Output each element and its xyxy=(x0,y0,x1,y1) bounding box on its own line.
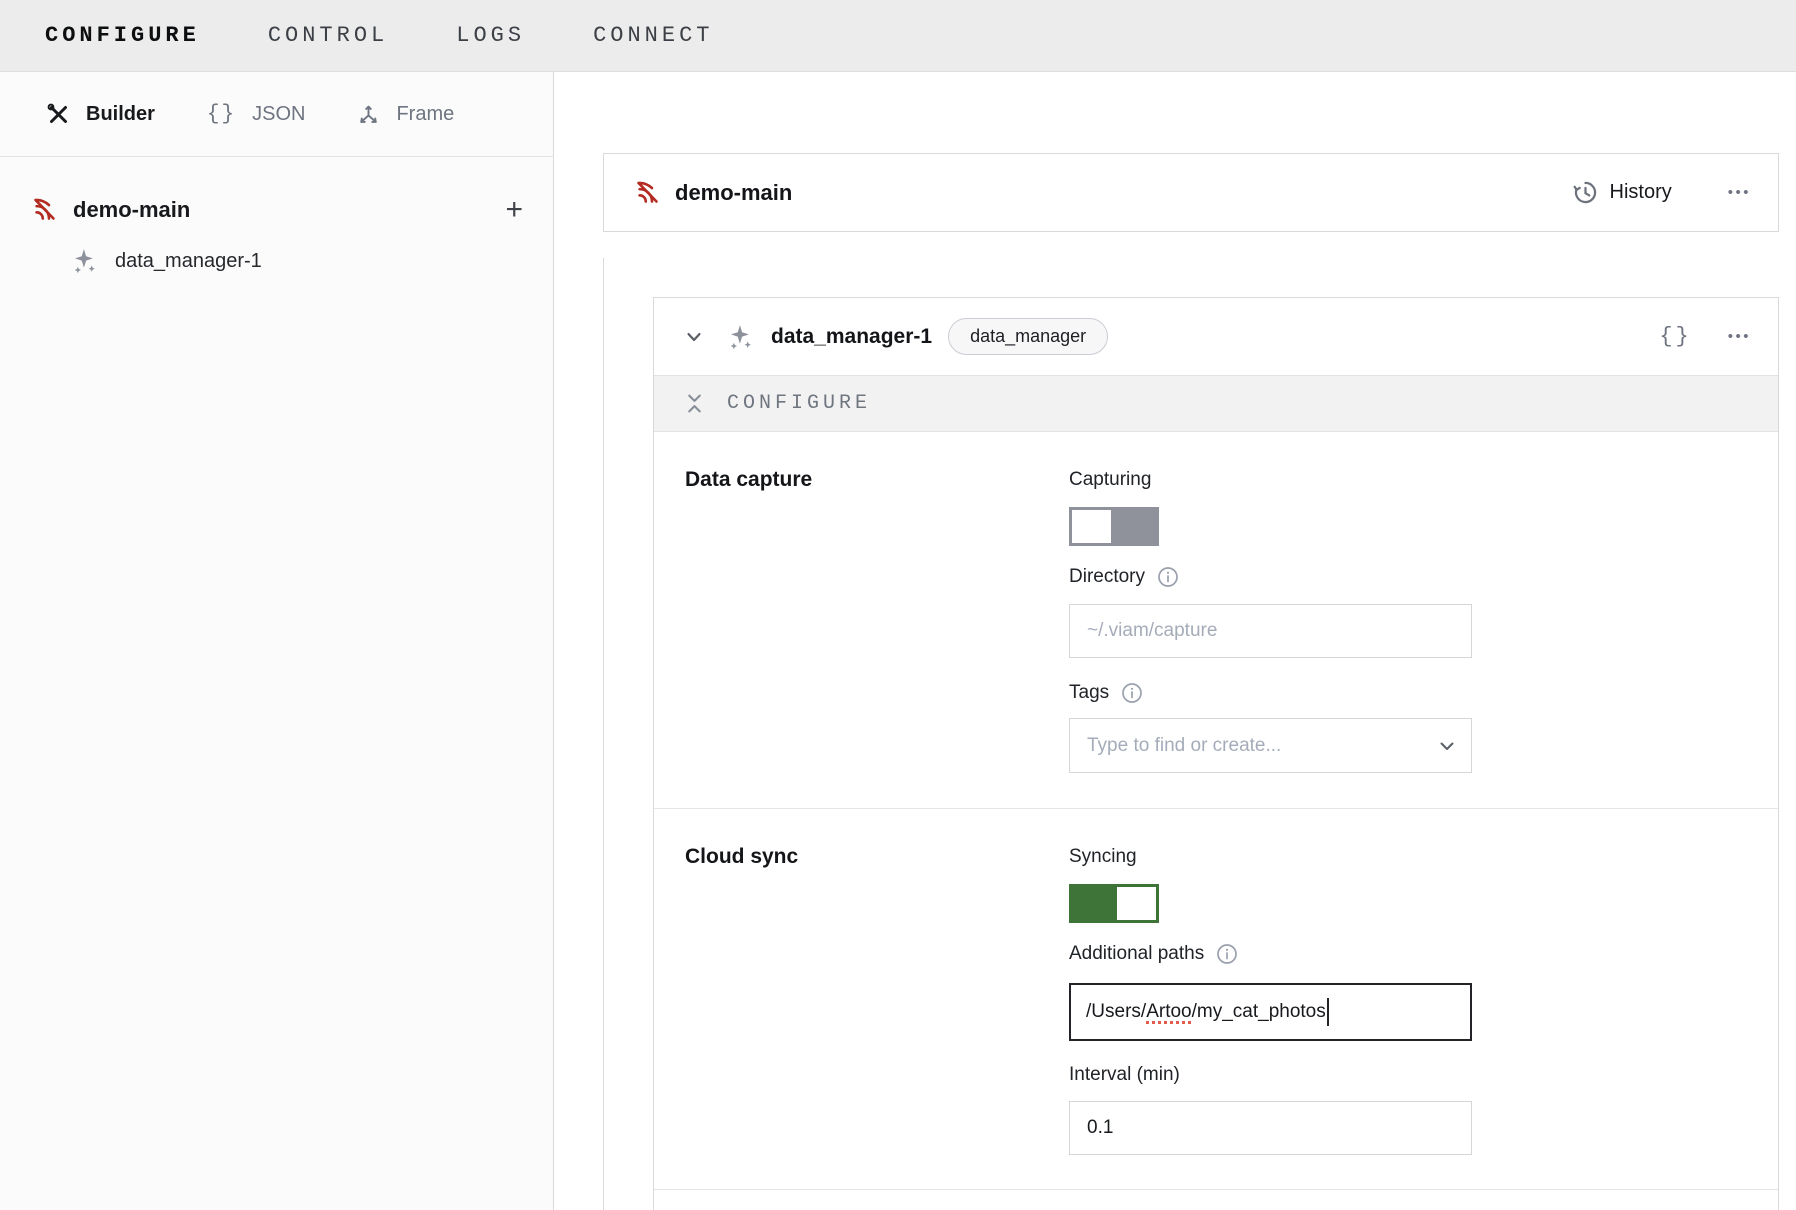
resource-tree-sidebar: demo-main + data_manager-1 xyxy=(0,157,554,1210)
toggle-knob xyxy=(1069,507,1114,546)
machine-title: demo-main xyxy=(675,180,1558,206)
data-manager-card: data_manager-1 data_manager {} ••• CONFI… xyxy=(653,297,1779,1210)
component-menu-icon[interactable]: ••• xyxy=(1728,328,1751,345)
component-type-badge: data_manager xyxy=(948,318,1108,355)
interval-input[interactable] xyxy=(1069,1101,1472,1155)
additional-paths-label: Additional paths xyxy=(1069,942,1472,966)
tab-logs[interactable]: LOGS xyxy=(456,23,525,48)
text-cursor xyxy=(1327,998,1329,1026)
cloud-sync-title: Cloud sync xyxy=(685,845,1069,869)
configure-section-label: CONFIGURE xyxy=(727,392,871,415)
tab-builder-label: Builder xyxy=(86,103,155,126)
capturing-toggle[interactable] xyxy=(1069,507,1159,546)
component-title: data_manager-1 xyxy=(771,325,932,349)
path-text-misspelled: Artoo xyxy=(1146,1001,1191,1023)
tab-control[interactable]: CONTROL xyxy=(268,23,388,48)
syncing-label: Syncing xyxy=(1069,845,1472,869)
tab-frame-label: Frame xyxy=(396,103,454,126)
data-capture-section: Data capture Capturing Directory xyxy=(654,432,1778,773)
divider xyxy=(654,1189,1778,1190)
machine-header-card: demo-main History ••• xyxy=(603,153,1779,232)
machine-offline-icon xyxy=(31,196,58,223)
braces-icon: {} xyxy=(207,103,236,126)
info-icon[interactable] xyxy=(1216,943,1238,965)
machine-menu-icon[interactable]: ••• xyxy=(1728,184,1751,201)
divider xyxy=(603,258,604,1210)
history-icon xyxy=(1572,179,1599,206)
tree-item-data-manager-label: data_manager-1 xyxy=(115,250,262,273)
top-nav: CONFIGURE CONTROL LOGS CONNECT xyxy=(0,0,1796,72)
history-button[interactable]: History xyxy=(1572,179,1672,206)
path-text: /my_cat_photos xyxy=(1192,1001,1326,1023)
tab-configure[interactable]: CONFIGURE xyxy=(45,23,200,48)
collapse-icon xyxy=(685,393,704,414)
tags-placeholder: Type to find or create... xyxy=(1087,735,1438,757)
history-button-label: History xyxy=(1610,181,1672,204)
path-text: /Users/ xyxy=(1086,1001,1146,1023)
braces-icon[interactable]: {} xyxy=(1659,324,1691,349)
chevron-down-icon[interactable] xyxy=(685,328,703,346)
tree-item-machine[interactable]: demo-main + xyxy=(0,157,553,223)
capturing-label: Capturing xyxy=(1069,468,1472,492)
frame-icon xyxy=(357,103,380,126)
directory-input[interactable] xyxy=(1069,604,1472,658)
sparkles-icon xyxy=(728,324,754,350)
tags-combobox[interactable]: Type to find or create... xyxy=(1069,718,1472,773)
tab-json[interactable]: {} JSON xyxy=(207,103,306,126)
tab-builder[interactable]: Builder xyxy=(46,102,155,126)
syncing-toggle[interactable] xyxy=(1069,884,1159,923)
additional-paths-input[interactable]: /Users/Artoo/my_cat_photos xyxy=(1069,983,1472,1041)
configure-section-bar[interactable]: CONFIGURE xyxy=(654,375,1778,432)
toggle-knob xyxy=(1114,884,1159,923)
machine-offline-icon xyxy=(634,179,661,206)
cloud-sync-section: Cloud sync Syncing Additional paths xyxy=(654,809,1778,1155)
tree-item-machine-label: demo-main xyxy=(73,197,490,223)
builder-icon xyxy=(46,102,70,126)
tab-json-label: JSON xyxy=(252,103,305,126)
tab-frame[interactable]: Frame xyxy=(357,103,454,126)
interval-label: Interval (min) xyxy=(1069,1063,1472,1087)
add-component-button[interactable]: + xyxy=(505,200,523,220)
view-mode-bar: Builder {} JSON Frame xyxy=(0,72,554,157)
sparkles-icon xyxy=(72,248,98,274)
chevron-down-icon xyxy=(1438,737,1456,755)
tags-label: Tags xyxy=(1069,681,1472,705)
tree-item-data-manager[interactable]: data_manager-1 xyxy=(0,223,553,274)
tab-connect[interactable]: CONNECT xyxy=(593,23,713,48)
directory-label: Directory xyxy=(1069,565,1472,589)
info-icon[interactable] xyxy=(1157,566,1179,588)
data-manager-card-header: data_manager-1 data_manager {} ••• xyxy=(654,298,1778,375)
data-capture-title: Data capture xyxy=(685,468,1069,492)
info-icon[interactable] xyxy=(1121,682,1143,704)
